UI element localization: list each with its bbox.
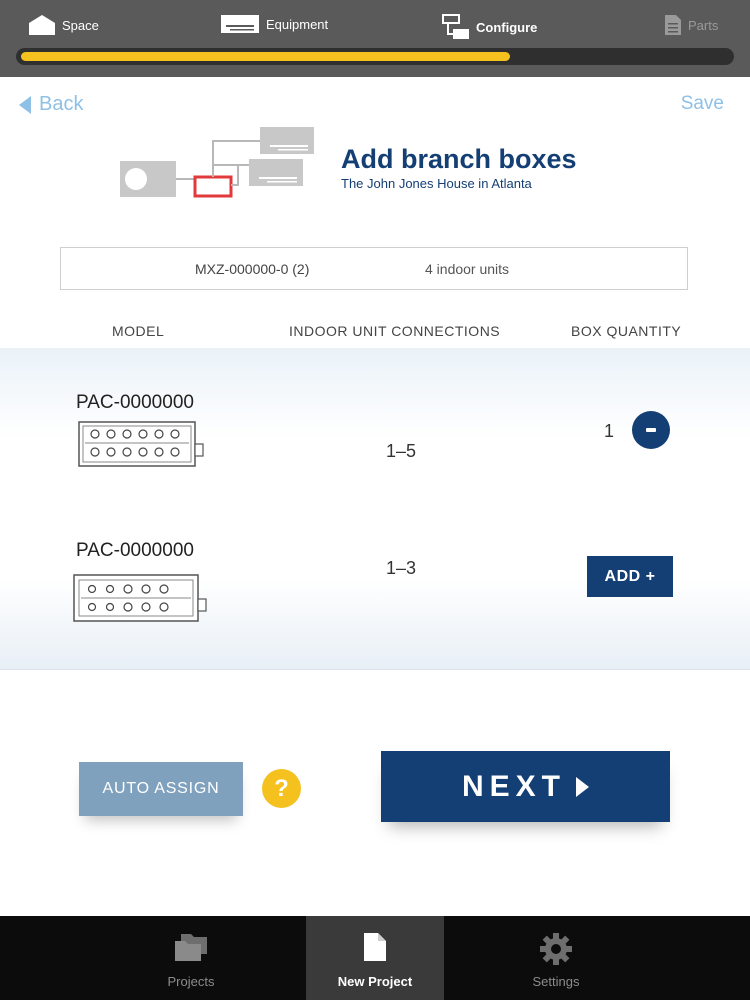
add-branch-box-button[interactable]: ADD + xyxy=(587,556,673,597)
page-title: Add branch boxes xyxy=(341,144,577,174)
progress-header: Space Equipment Configure Parts xyxy=(0,0,750,77)
step-parts: Parts xyxy=(664,14,718,36)
branch-box-3-port-icon xyxy=(73,574,207,622)
progress-bar xyxy=(16,48,734,65)
branch-box-5-port-icon xyxy=(78,421,204,467)
column-header-connections: INDOOR UNIT CONNECTIONS xyxy=(289,323,501,339)
row-1-quantity: 1 xyxy=(604,421,615,441)
tab-new-project-label: New Project xyxy=(337,974,413,989)
progress-bar-fill xyxy=(21,52,510,61)
project-subtitle: The John Jones House in Atlanta xyxy=(341,176,532,191)
back-button[interactable]: Back xyxy=(19,93,83,116)
column-header-quantity: BOX QUANTITY xyxy=(571,323,682,339)
step-configure-label: Configure xyxy=(476,19,538,35)
back-label: Back xyxy=(39,93,84,115)
next-button[interactable]: NEXT xyxy=(381,751,670,822)
outdoor-unit-model: MXZ-000000-0 (2) xyxy=(195,261,310,277)
tab-new-project[interactable]: New Project xyxy=(306,916,444,1000)
indoor-unit-count: 4 indoor units xyxy=(425,261,510,277)
new-document-icon xyxy=(364,933,386,961)
tab-projects-label: Projects xyxy=(167,974,215,989)
equipment-icon xyxy=(221,15,259,33)
configure-icon xyxy=(442,14,469,39)
document-icon xyxy=(665,15,681,35)
folders-icon xyxy=(175,934,207,961)
tab-settings-label: Settings xyxy=(532,974,580,989)
gear-icon xyxy=(540,933,572,965)
tab-settings[interactable]: Settings xyxy=(487,916,625,1000)
back-arrow-icon xyxy=(19,95,31,114)
minus-icon xyxy=(646,428,656,432)
tab-projects[interactable]: Projects xyxy=(122,916,260,1000)
bottom-tab-bar: Projects New Project Settings xyxy=(0,916,750,1000)
step-configure: Configure xyxy=(442,14,537,40)
outdoor-unit-summary: MXZ-000000-0 (2) 4 indoor units xyxy=(60,247,688,290)
branch-box-diagram-icon xyxy=(120,127,314,198)
row-1-model: PAC-0000000 xyxy=(76,392,194,413)
step-equipment-label: Equipment xyxy=(266,16,329,32)
save-button[interactable]: Save xyxy=(681,93,724,115)
decrease-quantity-button[interactable] xyxy=(632,411,670,449)
help-icon[interactable]: ? xyxy=(262,769,301,808)
step-space-label: Space xyxy=(62,17,99,33)
row-1-connections: 1–5 xyxy=(386,441,417,461)
next-arrow-icon xyxy=(576,776,589,797)
row-2-model: PAC-0000000 xyxy=(76,540,194,561)
step-space: Space xyxy=(28,14,99,36)
next-label: NEXT xyxy=(461,769,566,803)
row-2-connections: 1–3 xyxy=(386,558,417,578)
auto-assign-button[interactable]: AUTO ASSIGN xyxy=(79,762,243,816)
step-equipment: Equipment xyxy=(220,14,328,34)
house-icon xyxy=(29,15,55,35)
column-header-model: MODEL xyxy=(112,323,165,339)
step-parts-label: Parts xyxy=(688,17,719,33)
